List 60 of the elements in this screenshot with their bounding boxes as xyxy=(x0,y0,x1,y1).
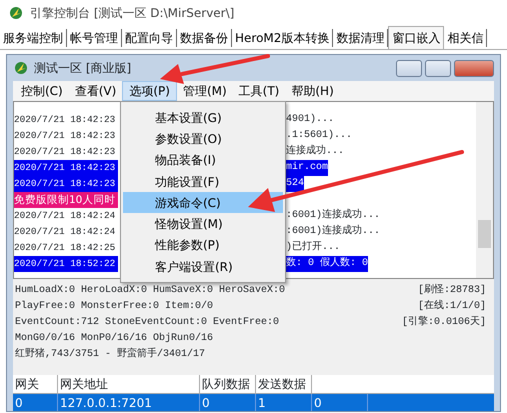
status-counter: [在线:1/1/0] xyxy=(418,299,487,314)
status-text: 红野猪,743/3751 - 野蛮箭手/3401/17 xyxy=(15,347,206,362)
menu-item[interactable]: 工具(T) xyxy=(232,82,286,100)
menu-option[interactable]: 游戏命令(C) xyxy=(123,192,283,214)
tab[interactable]: 帐号管理 xyxy=(67,29,122,47)
tab[interactable]: 窗口嵌入 xyxy=(388,26,444,49)
log-line: 2020/7/21 18:42:24 xyxy=(14,225,116,239)
menu-option[interactable]: 参数设置(O) xyxy=(123,128,283,150)
table-cell: 1 xyxy=(256,394,312,411)
log-line: 连接成功... xyxy=(286,144,344,159)
menu-item[interactable]: 选项(P) xyxy=(122,81,177,101)
menu-option[interactable]: 怪物设置(M) xyxy=(123,213,283,235)
window-title: 引擎控制台 [测试一区 D:\MirServer\] xyxy=(30,5,234,22)
menu-option[interactable]: 客户端设置(R) xyxy=(123,256,283,278)
status-text: EventCount:712 StoneEventCount:0 EventFree:0 xyxy=(15,316,280,330)
column-header: 网关地址 xyxy=(58,375,200,393)
app-logo-icon xyxy=(8,5,24,21)
log-line: 2020/7/21 18:42:23 xyxy=(14,113,116,127)
tab[interactable]: HeroM2版本转换 xyxy=(232,29,334,47)
column-header: 发送数据 xyxy=(256,375,312,393)
column-header: 队列数据 xyxy=(200,375,256,393)
log-line: 2020/7/21 18:42:25 xyxy=(14,241,116,255)
log-line: .1:5601)... xyxy=(286,128,352,143)
menu-option[interactable]: 性能参数(P) xyxy=(123,234,283,256)
menu-item[interactable]: 帮助(H) xyxy=(285,82,340,100)
menu-item[interactable]: 管理(M) xyxy=(176,82,233,100)
scrollbar[interactable] xyxy=(476,102,493,278)
log-line: :6001)连接成功... xyxy=(286,224,380,239)
tab[interactable]: 配置向导 xyxy=(122,29,177,47)
tab[interactable]: 服务端控制 xyxy=(0,29,67,47)
scrollbar-thumb[interactable] xyxy=(478,220,491,248)
log-line: 4901)... xyxy=(286,112,334,127)
status-counter: [引擎:0.0106天] xyxy=(402,315,487,330)
table-cell: 127.0.0.1:7201 xyxy=(58,394,200,411)
log-line: 2020/7/21 18:42:23 xyxy=(14,129,116,143)
menu-option[interactable]: 物品装备(I) xyxy=(123,150,283,171)
inner-window-title: 测试一区 [商业版] xyxy=(34,60,132,77)
tab[interactable]: 数据备份 xyxy=(177,29,232,47)
menu-option[interactable]: 基本设置(G) xyxy=(123,107,283,128)
log-line: 2020/7/21 18:42:24 xyxy=(14,209,116,223)
minimize-button[interactable] xyxy=(396,60,422,76)
status-text: MonG0/0/16 MonP0/16/16 ObjRun0/16 xyxy=(15,332,214,346)
column-header: 网关 xyxy=(13,375,58,393)
log-line: )已打开... xyxy=(286,240,340,255)
table-cell: 0 xyxy=(312,394,368,411)
log-line: 2020/7/21 18:42:23 xyxy=(14,145,116,159)
table-cell: 0 xyxy=(13,394,58,411)
close-button[interactable] xyxy=(454,60,494,76)
menu-option[interactable]: 功能设置(F) xyxy=(123,170,283,192)
status-counter: [刷怪:28783] xyxy=(418,283,487,298)
status-text: PlayFree:0 MonsterFree:0 Item:0/0 xyxy=(15,300,214,314)
status-text: HumLoadX:0 HeroLoadX:0 HumSaveX:0 HeroSaveX:0 xyxy=(15,284,286,298)
table-cell: 0 xyxy=(200,394,256,411)
maximize-button[interactable] xyxy=(425,60,451,76)
tab[interactable]: 相关信 xyxy=(444,29,488,47)
log-line: :6001)连接成功... xyxy=(286,208,380,223)
table-row[interactable]: 0 127.0.0.1:7201 0 1 0 xyxy=(13,394,494,411)
app-logo-icon xyxy=(13,60,29,76)
menu-item[interactable]: 查看(V) xyxy=(68,82,122,100)
menu-item[interactable]: 控制(C) xyxy=(15,82,69,100)
